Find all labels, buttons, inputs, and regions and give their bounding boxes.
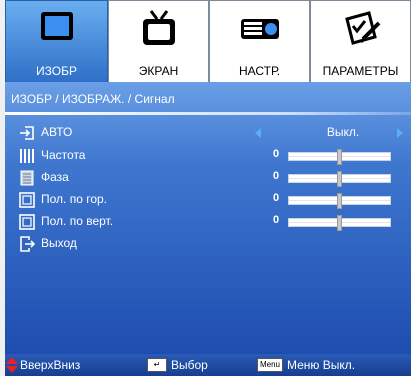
breadcrumb-underline	[5, 112, 411, 115]
menu-item-label: Выход	[41, 236, 77, 250]
menu-item-phase[interactable]: Фаза 0	[5, 167, 411, 189]
tab-picture[interactable]: ИЗОБР	[5, 0, 108, 82]
tab-label: ЭКРАН	[138, 64, 179, 78]
v-position-value: 0	[273, 214, 280, 226]
v-position-slider[interactable]	[288, 215, 391, 231]
tab-setup[interactable]: НАСТР.	[209, 0, 310, 82]
auto-value: Выкл.	[326, 125, 360, 139]
menu-item-v-position[interactable]: Пол. по верт. 0	[5, 211, 411, 233]
phase-value: 0	[273, 170, 280, 182]
phase-grid-icon	[20, 170, 34, 186]
enter-key-icon: ↵	[147, 358, 167, 372]
frame-icon	[19, 214, 35, 230]
menu-key-icon: Menu	[257, 358, 283, 372]
tab-options[interactable]: ПАРАМЕТРЫ	[310, 0, 411, 82]
frame-icon	[19, 192, 35, 208]
menu-hint: Меню Выкл.	[287, 358, 356, 372]
projector-icon	[240, 19, 279, 39]
select-hint: Выбор	[171, 358, 208, 372]
menu-item-label: Фаза	[41, 170, 69, 184]
menu-tabs: ИЗОБР ЭКРАН НАСТР. ПАРАМЕТРЫ	[5, 0, 411, 82]
arrow-left-icon[interactable]	[255, 128, 261, 138]
tab-label: НАСТР.	[238, 64, 281, 78]
slider-knob[interactable]	[337, 171, 342, 187]
breadcrumb: ИЗОБР / ИЗОБРАЖ. / Сигнал	[11, 92, 175, 106]
menu-item-frequency[interactable]: Частота 0	[5, 145, 411, 167]
phase-slider[interactable]	[288, 171, 391, 187]
display-icon	[40, 12, 73, 40]
h-position-value: 0	[273, 192, 280, 204]
menu-item-label: Частота	[41, 148, 86, 162]
menu-item-label: Пол. по верт.	[41, 214, 114, 228]
enter-icon	[20, 126, 34, 140]
slider-knob[interactable]	[337, 215, 342, 231]
frequency-value: 0	[273, 148, 280, 160]
exit-icon	[20, 236, 35, 252]
nav-hint: ВверхВниз	[20, 358, 81, 372]
checklist-pencil-icon	[344, 11, 380, 45]
slider-knob[interactable]	[337, 193, 342, 209]
arrow-right-icon[interactable]	[397, 128, 403, 138]
menu-item-label: Пол. по гор.	[41, 192, 108, 206]
slider-knob[interactable]	[337, 149, 342, 165]
menu-item-label: АВТО	[41, 125, 73, 139]
menu-item-exit[interactable]: Выход	[5, 233, 411, 255]
menu-item-h-position[interactable]: Пол. по гор. 0	[5, 189, 411, 211]
up-down-arrows-icon	[6, 357, 18, 373]
menu-panel: ИЗОБР / ИЗОБРАЖ. / Сигнал АВТО Выкл. Час…	[5, 82, 411, 354]
help-bar: ВверхВниз ↵ Выбор Menu Меню Выкл.	[5, 354, 411, 376]
h-position-slider[interactable]	[288, 193, 391, 209]
tv-screen-icon	[142, 10, 175, 45]
tab-screen[interactable]: ЭКРАН	[108, 0, 209, 82]
frequency-slider[interactable]	[288, 149, 391, 165]
bars-icon	[20, 149, 34, 163]
tab-label: ПАРАМЕТРЫ	[322, 64, 399, 78]
menu-item-auto[interactable]: АВТО Выкл.	[5, 122, 411, 144]
tab-label: ИЗОБР	[36, 64, 77, 78]
